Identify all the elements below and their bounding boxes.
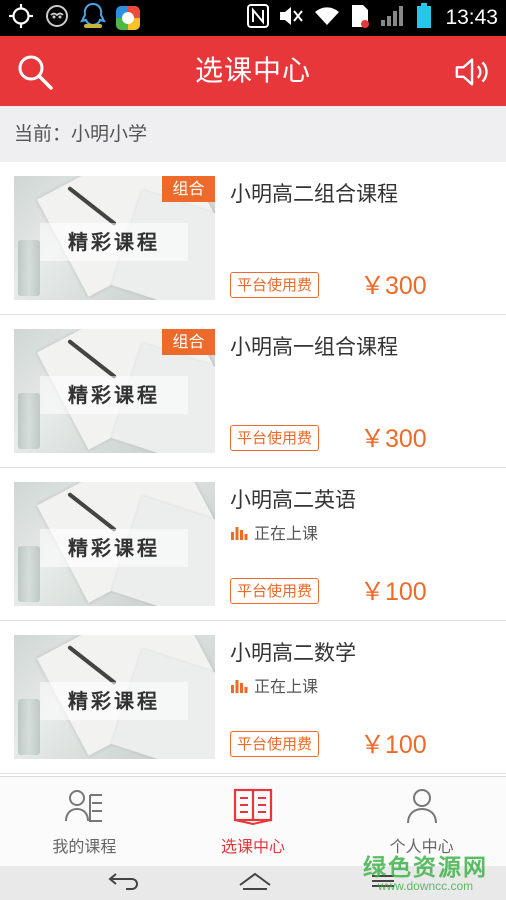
mute-icon	[278, 4, 304, 32]
watermark-url: www.downcc.com	[377, 879, 474, 893]
app-store-icon	[116, 6, 140, 30]
user-icon	[406, 789, 437, 824]
wifi-icon	[313, 5, 341, 31]
course-item[interactable]: 精彩课程 组合 小明高一组合课程 平台使用费 ￥300	[0, 315, 506, 468]
live-status: 正在上课	[230, 520, 318, 544]
live-status-label: 正在上课	[254, 524, 319, 543]
tab-course-center[interactable]: 选课中心	[169, 777, 338, 866]
signal-icon	[379, 4, 407, 32]
course-title: 小明高一组合课程	[230, 335, 398, 359]
current-school[interactable]: 当前：小明小学	[0, 106, 506, 162]
live-bars-icon	[231, 680, 248, 693]
eye-care-icon	[44, 3, 70, 33]
fee-badge: 平台使用费	[230, 272, 320, 298]
course-item[interactable]: 精彩课程 小明高二英语 正在上课 平台使用费 ￥100	[0, 468, 506, 621]
home-button[interactable]	[238, 871, 272, 895]
live-status-label: 正在上课	[254, 677, 319, 696]
thumbnail-label: 精彩课程	[40, 376, 188, 414]
course-thumbnail: 精彩课程	[14, 635, 215, 759]
course-title: 小明高二英语	[230, 488, 356, 512]
my-courses-icon	[65, 790, 103, 822]
live-status: 正在上课	[230, 673, 318, 697]
sound-button[interactable]	[454, 53, 492, 91]
book-icon	[233, 788, 273, 825]
thumbnail-label: 精彩课程	[40, 682, 188, 720]
course-price: ￥300	[360, 272, 427, 300]
combo-tag: 组合	[162, 176, 215, 202]
watermark: 绿色资源网 www.downcc.com	[363, 848, 488, 893]
tab-label: 选课中心	[221, 837, 286, 856]
sim-icon	[350, 3, 370, 33]
speaker-icon	[455, 58, 488, 86]
combo-tag: 组合	[162, 329, 215, 355]
course-thumbnail: 精彩课程 组合	[14, 329, 215, 453]
course-price: ￥100	[360, 578, 427, 606]
battery-icon	[416, 3, 432, 33]
course-item[interactable]: 精彩课程 组合 小明高二组合课程 平台使用费 ￥300	[0, 162, 506, 315]
course-thumbnail: 精彩课程	[14, 482, 215, 606]
course-price: ￥300	[360, 425, 427, 453]
thumbnail-label: 精彩课程	[40, 223, 188, 261]
course-thumbnail: 精彩课程 组合	[14, 176, 215, 300]
course-title: 小明高二组合课程	[230, 182, 398, 206]
home-icon	[239, 872, 271, 890]
course-item[interactable]: 精彩课程 小明高二数学 正在上课 平台使用费 ￥100	[0, 621, 506, 774]
tab-label: 我的课程	[52, 837, 117, 856]
back-icon	[108, 873, 138, 890]
page-title: 选课中心	[194, 54, 311, 87]
status-bar: 13:43	[0, 0, 506, 36]
clock: 13:43	[445, 6, 498, 29]
thumbnail-label: 精彩课程	[40, 529, 188, 567]
course-list: 精彩课程 组合 小明高二组合课程 平台使用费 ￥300 精彩课程 组合 小明高一…	[0, 162, 506, 776]
gps-icon	[8, 3, 34, 33]
back-button[interactable]	[108, 871, 142, 895]
live-bars-icon	[231, 527, 248, 540]
tab-my-courses[interactable]: 我的课程	[0, 777, 169, 866]
nfc-icon	[247, 4, 270, 32]
qq-icon	[80, 2, 106, 34]
course-price: ￥100	[360, 731, 427, 759]
app-header: 选课中心	[0, 36, 506, 106]
fee-badge: 平台使用费	[230, 731, 320, 757]
course-title: 小明高二数学	[230, 641, 356, 665]
fee-badge: 平台使用费	[230, 578, 320, 604]
fee-badge: 平台使用费	[230, 425, 320, 451]
watermark-name: 绿色资源网	[363, 855, 488, 881]
